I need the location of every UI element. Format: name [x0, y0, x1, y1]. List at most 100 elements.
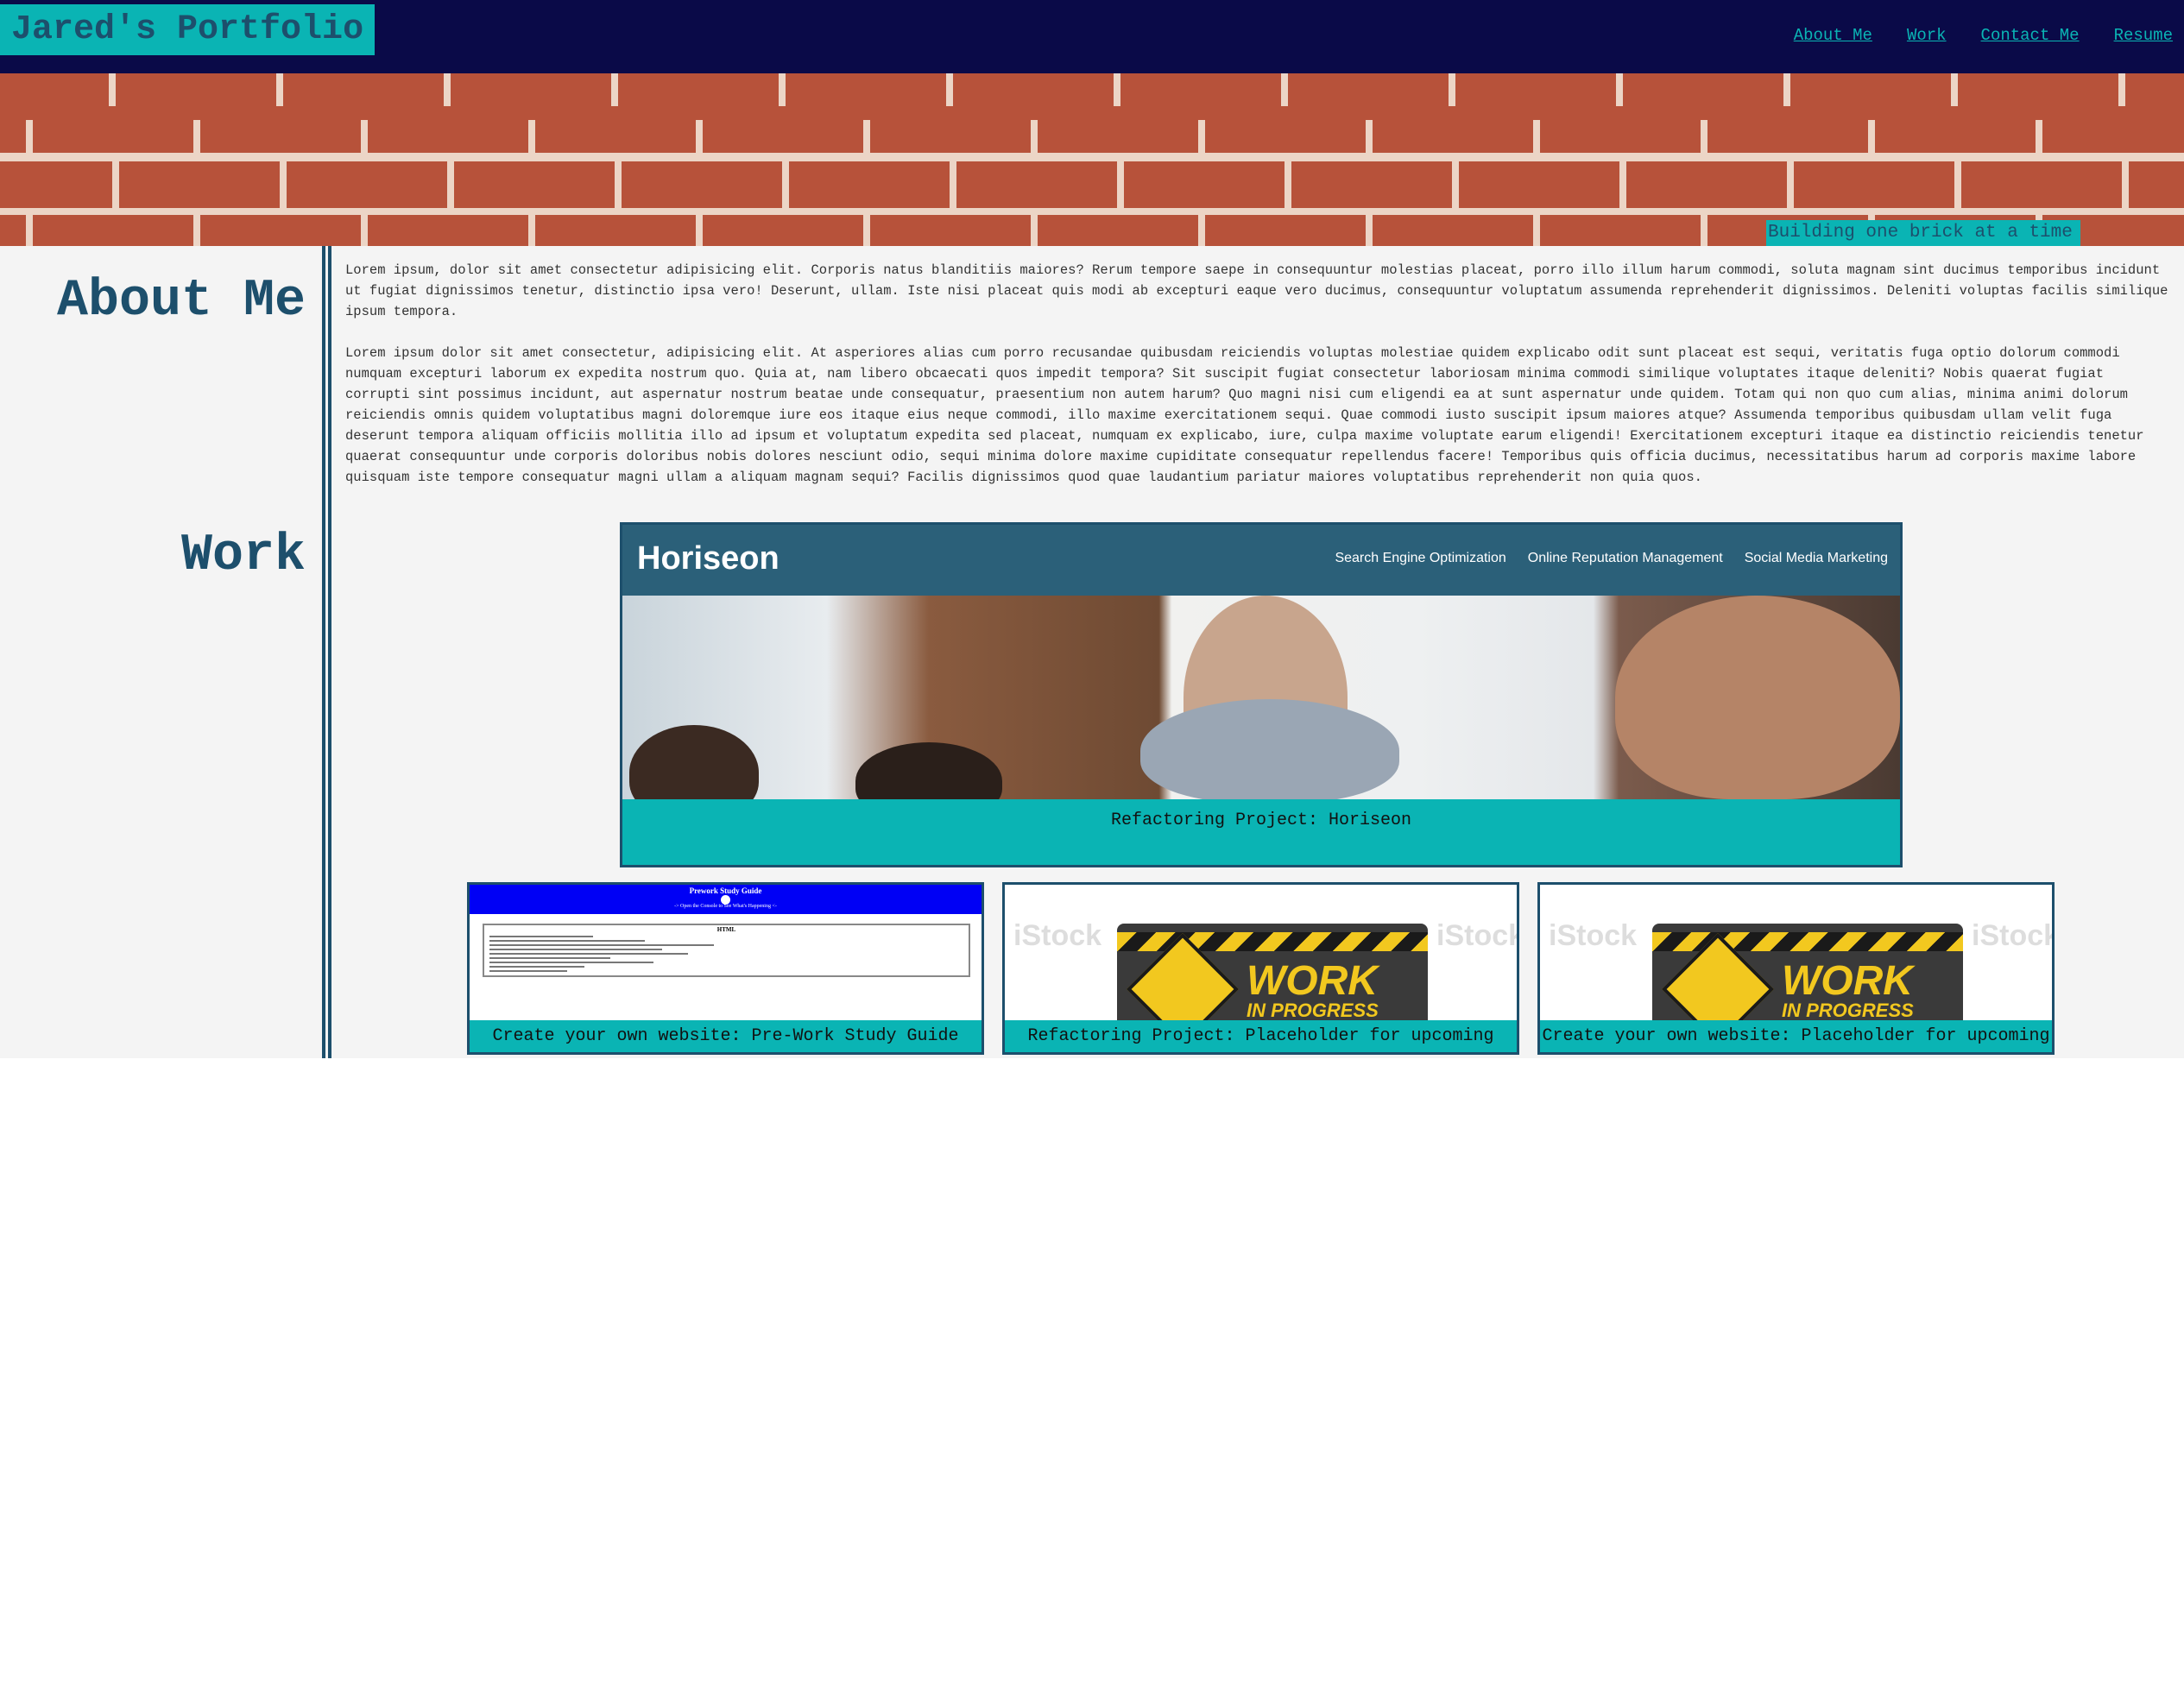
watermark-text: iStock	[1013, 919, 1102, 952]
brick	[1291, 161, 1452, 208]
prework-section-title: HTML	[716, 926, 736, 933]
project-card[interactable]: iStock iStock WORK IN PROGRESS Create yo…	[1537, 882, 2055, 1055]
project-caption[interactable]: Create your own website: Pre-Work Study …	[470, 1026, 982, 1046]
hero-brick-banner: Building one brick at a time	[0, 73, 2184, 246]
main-nav: About Me Work Contact Me Resume	[1794, 26, 2173, 45]
hazard-stripes	[1652, 932, 1963, 951]
brick	[535, 106, 696, 153]
brick	[1205, 106, 1366, 153]
horiseon-nav: Search Engine Optimization Online Reputa…	[1335, 551, 1888, 566]
text-line	[489, 970, 567, 972]
brick	[1205, 215, 1366, 246]
brick	[0, 215, 26, 246]
brick	[0, 161, 112, 208]
brick	[1124, 161, 1285, 208]
text-line	[489, 940, 645, 942]
featured-project-card[interactable]: Horiseon Search Engine Optimization Onli…	[620, 522, 1903, 867]
hero-tagline: Building one brick at a time	[1766, 220, 2080, 246]
nav-link-resume[interactable]: Resume	[2114, 26, 2173, 45]
brick	[1038, 106, 1198, 153]
horiseon-logo: Horiseon	[637, 540, 780, 577]
brick	[1626, 161, 1787, 208]
text-line	[489, 953, 688, 955]
horiseon-nav-item: Online Reputation Management	[1527, 551, 1723, 565]
horiseon-nav-item: Search Engine Optimization	[1335, 551, 1506, 565]
brick	[1373, 215, 1533, 246]
project-screenshot: iStock iStock WORK IN PROGRESS	[1005, 885, 1517, 1020]
brick	[119, 161, 280, 208]
horiseon-hero-photo	[622, 596, 1900, 799]
site-header: Jared's Portfolio About Me Work Contact …	[0, 0, 2184, 73]
brick	[1707, 106, 1868, 153]
wip-sign-main: WORK	[1247, 958, 1378, 1004]
horiseon-header: Horiseon Search Engine Optimization Onli…	[622, 525, 1900, 596]
sidebar-divider	[322, 246, 331, 1058]
person-shape	[1140, 699, 1399, 799]
horiseon-nav-item: Social Media Marketing	[1744, 551, 1888, 565]
brick	[2129, 161, 2184, 208]
wip-sign-text: WORK IN PROGRESS	[1247, 961, 1379, 1021]
brick	[1875, 106, 2036, 153]
wip-sign-sub: IN PROGRESS	[1247, 1000, 1379, 1021]
prework-subtitle: -> Open the Console to See What's Happen…	[674, 904, 777, 909]
project-card[interactable]: Prework Study Guide -> Open the Console …	[467, 882, 984, 1055]
brick	[622, 161, 782, 208]
work-in-progress-sign: WORK IN PROGRESS	[1652, 924, 1963, 1020]
brick-row	[0, 106, 2184, 153]
nav-link-about[interactable]: About Me	[1794, 26, 1872, 45]
text-line	[489, 949, 662, 950]
about-paragraph: Lorem ipsum dolor sit amet consectetur, …	[345, 345, 2144, 485]
work-in-progress-sign: WORK IN PROGRESS	[1117, 924, 1428, 1020]
brick	[0, 106, 26, 153]
about-heading: About Me	[56, 272, 306, 331]
person-shape	[629, 725, 759, 799]
wip-sign-sub: IN PROGRESS	[1782, 1000, 1914, 1021]
brick	[870, 106, 1031, 153]
text-line	[489, 966, 584, 968]
brick	[33, 106, 193, 153]
brick	[200, 106, 361, 153]
text-line	[489, 962, 653, 963]
project-card[interactable]: iStock iStock WORK IN PROGRESS Refactori…	[1002, 882, 1519, 1055]
wip-sign-text: WORK IN PROGRESS	[1782, 961, 1914, 1021]
brick	[789, 161, 950, 208]
prework-notes: HTML	[483, 924, 970, 977]
brick-row	[0, 161, 2184, 208]
project-caption[interactable]: Create your own website: Placeholder for…	[1540, 1026, 2052, 1046]
main-content: About Me Lorem ipsum, dolor sit amet con…	[0, 246, 2184, 1058]
brick	[1961, 161, 2122, 208]
brick	[454, 161, 615, 208]
prework-title: Prework Study Guide	[689, 886, 762, 895]
text-line	[489, 957, 610, 959]
person-shape	[1615, 596, 1900, 799]
project-caption[interactable]: Refactoring Project: Placeholder for upc…	[1005, 1026, 1517, 1046]
brick	[1373, 106, 1533, 153]
project-screenshot: Prework Study Guide -> Open the Console …	[470, 885, 982, 1020]
brick	[703, 106, 863, 153]
brick	[1038, 215, 1198, 246]
brick	[287, 161, 447, 208]
brick	[368, 106, 528, 153]
brick	[368, 215, 528, 246]
brick	[956, 161, 1117, 208]
nav-link-work[interactable]: Work	[1907, 26, 1947, 45]
wip-sign-main: WORK	[1782, 958, 1913, 1004]
site-brand[interactable]: Jared's Portfolio	[0, 4, 376, 55]
work-heading: Work	[180, 527, 306, 585]
brick	[1540, 106, 1701, 153]
hazard-stripes	[1117, 932, 1428, 951]
brick	[33, 215, 193, 246]
person-shape	[855, 742, 1002, 799]
brick	[2042, 106, 2184, 153]
about-paragraph: Lorem ipsum, dolor sit amet consectetur …	[345, 262, 2168, 319]
brick	[870, 215, 1031, 246]
project-screenshot: Horiseon Search Engine Optimization Onli…	[622, 525, 1900, 799]
nav-link-contact[interactable]: Contact Me	[1981, 26, 2080, 45]
brick	[1540, 215, 1701, 246]
project-caption[interactable]: Refactoring Project: Horiseon	[622, 811, 1900, 830]
text-line	[489, 936, 593, 937]
watermark-text: iStock	[1972, 919, 2052, 952]
text-line	[489, 944, 714, 946]
brick	[535, 215, 696, 246]
prework-header: Prework Study Guide -> Open the Console …	[470, 885, 982, 914]
